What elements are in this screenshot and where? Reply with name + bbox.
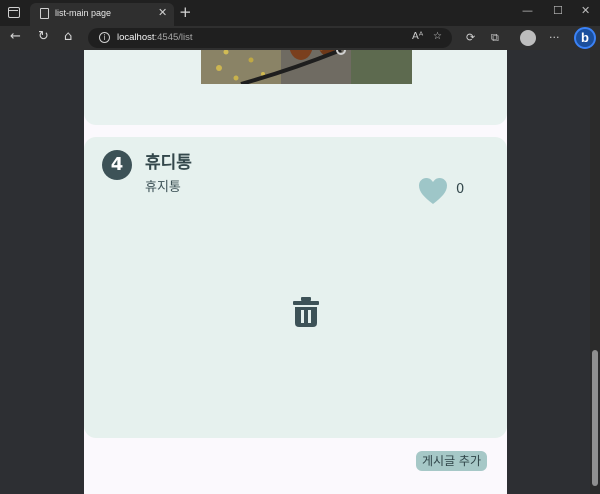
- post-image: [201, 50, 412, 84]
- heart-icon[interactable]: [418, 177, 448, 205]
- profile-avatar[interactable]: [520, 30, 536, 46]
- maximize-icon[interactable]: ☐: [553, 4, 563, 17]
- read-aloud-icon[interactable]: Aᴬ: [412, 31, 423, 42]
- post-title: 휴디통: [145, 153, 192, 173]
- previous-post-card: [84, 50, 507, 125]
- like-count: 0: [456, 182, 465, 197]
- post-number-badge: 4: [102, 150, 132, 180]
- tab-title: list-main page: [55, 8, 112, 18]
- post-card: 4 휴디통 휴지통 0: [84, 137, 507, 438]
- extensions-icon[interactable]: ⟳: [466, 30, 475, 46]
- new-tab-icon[interactable]: +: [179, 3, 192, 21]
- tab-actions-icon[interactable]: [8, 7, 20, 18]
- url-input[interactable]: i localhost:4545/list Aᴬ ☆: [88, 28, 452, 48]
- page-icon: [40, 8, 49, 19]
- close-icon[interactable]: ✕: [158, 6, 167, 19]
- url-text: localhost:4545/list: [117, 32, 193, 43]
- bing-icon[interactable]: b: [574, 27, 596, 49]
- trash-icon[interactable]: [292, 297, 320, 327]
- tab-bar: list-main page ✕ + — ☐ ✕: [0, 0, 600, 26]
- home-icon[interactable]: ⌂: [64, 29, 72, 45]
- minimize-icon[interactable]: —: [522, 4, 533, 17]
- address-bar: ← ↻ ⌂ i localhost:4545/list Aᴬ ☆ ⟳ ⧉ ···…: [0, 26, 600, 50]
- window-close-icon[interactable]: ✕: [581, 4, 590, 17]
- favorite-icon[interactable]: ☆: [433, 31, 442, 42]
- info-icon[interactable]: i: [99, 32, 110, 43]
- list-page: 4 휴디통 휴지통 0 게시글 추가: [84, 50, 507, 494]
- scrollbar-thumb[interactable]: [592, 350, 598, 486]
- viewport: 4 휴디통 휴지통 0 게시글 추가: [0, 50, 600, 494]
- add-post-button[interactable]: 게시글 추가: [416, 451, 488, 471]
- more-icon[interactable]: ···: [549, 30, 560, 46]
- back-icon[interactable]: ←: [10, 29, 21, 45]
- post-subtitle: 휴지통: [145, 180, 181, 195]
- refresh-icon[interactable]: ↻: [38, 29, 49, 45]
- collections-icon[interactable]: ⧉: [491, 30, 499, 46]
- browser-tab[interactable]: list-main page ✕: [30, 3, 174, 26]
